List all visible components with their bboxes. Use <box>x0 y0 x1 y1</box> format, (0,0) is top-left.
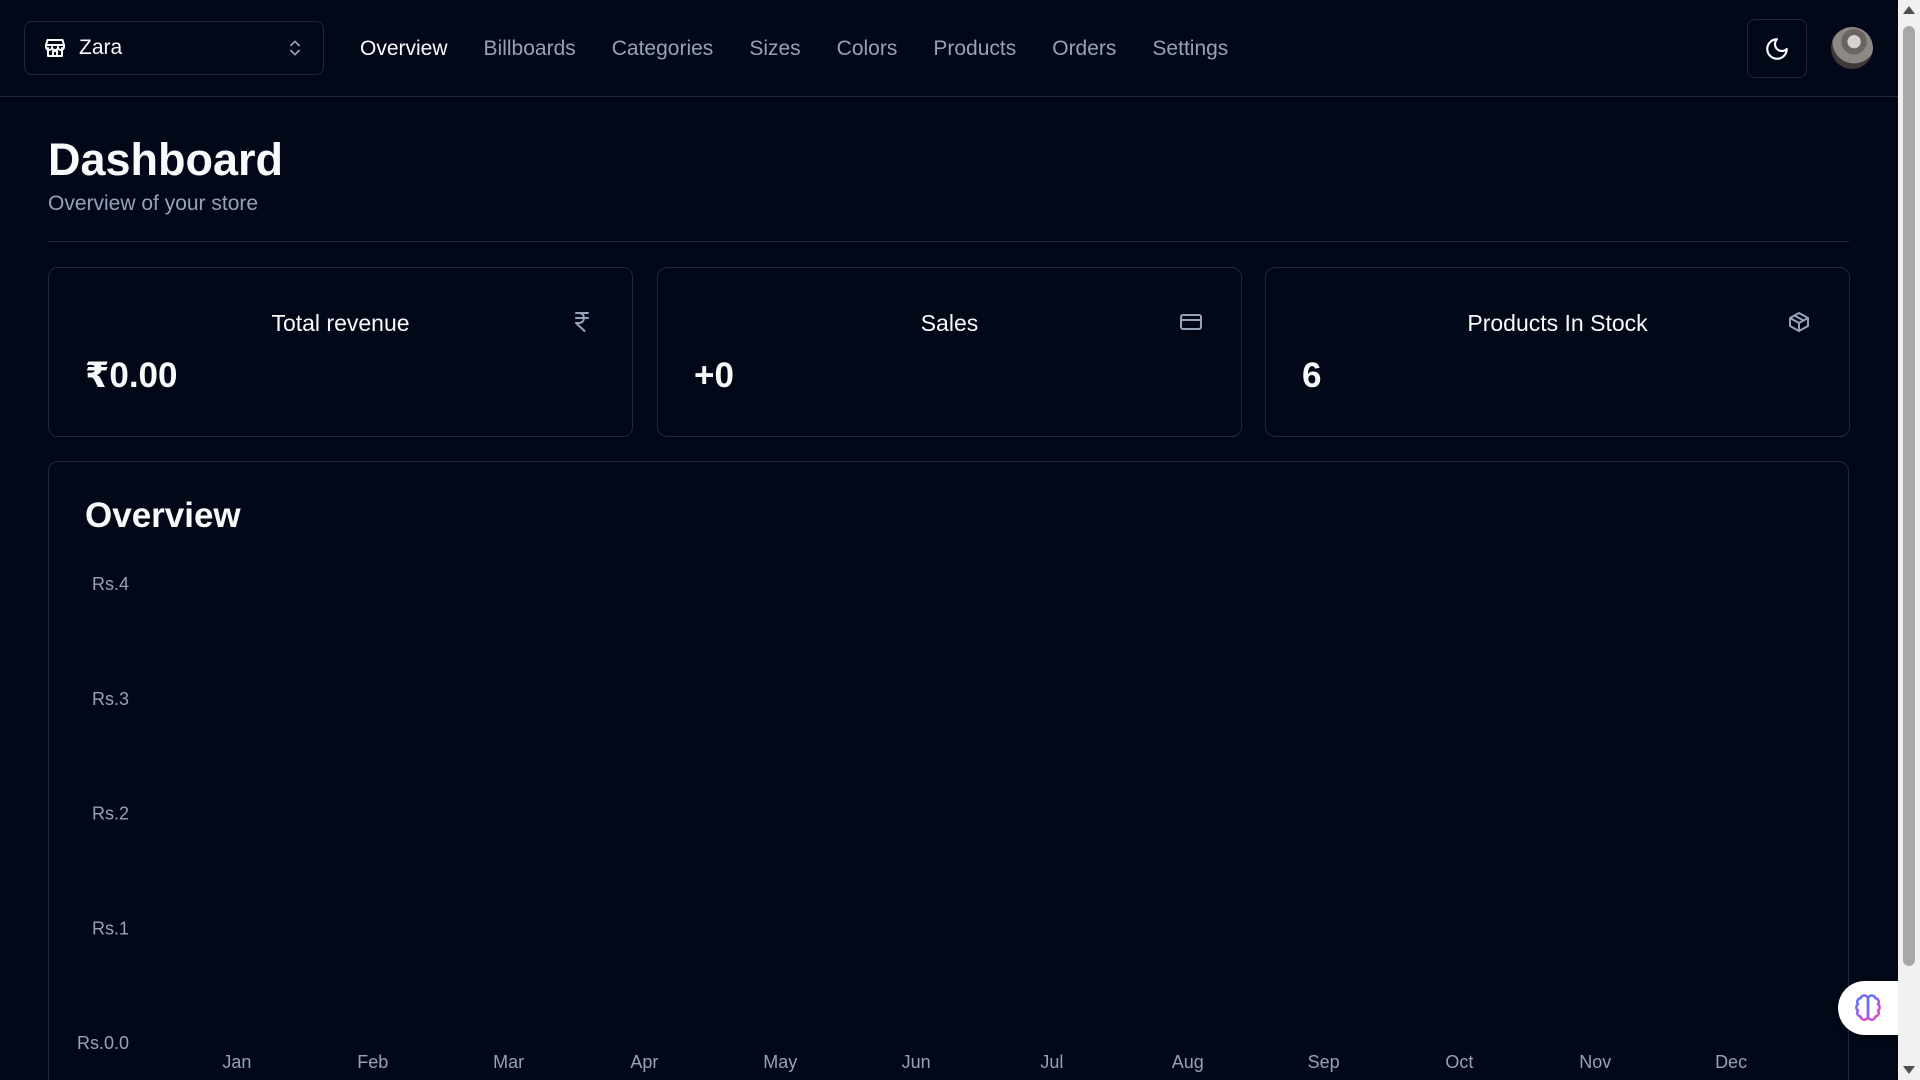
x-tick-label: May <box>763 1052 797 1072</box>
rupee-icon <box>575 312 589 332</box>
x-tick-label: Jan <box>222 1052 251 1072</box>
card-title: Products In Stock <box>1467 310 1648 336</box>
card-title: Sales <box>920 310 979 336</box>
x-tick-label: Nov <box>1579 1052 1611 1072</box>
y-tick-label: Rs.2 <box>92 804 129 824</box>
assistant-widget-button[interactable] <box>1838 981 1898 1035</box>
theme-toggle-button[interactable] <box>1747 19 1807 78</box>
total-revenue-card: Total revenue ₹0.00 <box>48 267 633 437</box>
card-value: ₹0.00 <box>85 356 178 395</box>
x-tick-label: Dec <box>1715 1052 1747 1072</box>
sales-card: Sales +0 <box>657 267 1242 437</box>
credit-card-icon <box>1180 314 1202 330</box>
store-switcher[interactable]: Zara <box>24 21 324 75</box>
divider <box>48 241 1849 242</box>
products-in-stock-card: Products In Stock 6 <box>1265 267 1850 437</box>
x-tick-label: Aug <box>1172 1052 1204 1072</box>
main-nav: Overview Billboards Categories Sizes Col… <box>360 0 1228 97</box>
x-tick-label: Mar <box>493 1052 524 1072</box>
package-icon <box>1789 312 1809 332</box>
chevrons-up-down-icon <box>290 40 300 56</box>
y-tick-label: Rs.3 <box>92 689 129 709</box>
moon-icon <box>1766 37 1788 60</box>
scroll-down-arrow-icon[interactable] <box>1903 1066 1915 1074</box>
page-scrollbar[interactable] <box>1898 0 1920 1080</box>
scrollbar-thumb[interactable] <box>1903 26 1915 966</box>
store-icon <box>45 39 65 57</box>
x-tick-label: Sep <box>1308 1052 1340 1072</box>
card-title: Total revenue <box>271 310 410 336</box>
top-navbar: Zara Overview Billboards Categories Size… <box>0 0 1898 97</box>
scroll-up-arrow-icon[interactable] <box>1903 6 1915 14</box>
nav-item-overview[interactable]: Overview <box>360 37 448 61</box>
card-value: 6 <box>1302 356 1322 395</box>
nav-item-settings[interactable]: Settings <box>1152 37 1228 61</box>
x-tick-label: Jul <box>1040 1052 1063 1072</box>
y-tick-label: Rs.0.0 <box>77 1033 129 1053</box>
page-heading: Dashboard Overview of your store <box>48 134 283 216</box>
overview-card: Overview Rs.0.0 Rs.1 Rs.2 Rs.3 Rs.4 Jan Feb Mar… <box>48 461 1849 1080</box>
brain-icon <box>1855 994 1881 1021</box>
x-tick-label: Jun <box>902 1052 931 1072</box>
nav-item-colors[interactable]: Colors <box>837 37 898 61</box>
store-name: Zara <box>79 36 123 59</box>
nav-item-products[interactable]: Products <box>933 37 1016 61</box>
y-tick-label: Rs.1 <box>92 918 129 938</box>
page-title: Dashboard <box>48 134 284 185</box>
y-tick-label: Rs.4 <box>92 574 129 594</box>
page-subtitle: Overview of your store <box>48 192 259 215</box>
nav-item-billboards[interactable]: Billboards <box>484 37 576 61</box>
user-avatar[interactable] <box>1831 27 1873 69</box>
overview-bar-chart: Rs.0.0 Rs.1 Rs.2 Rs.3 Rs.4 Jan Feb Mar Apr May Jun… <box>77 574 1747 1072</box>
x-tick-label: Apr <box>630 1052 658 1072</box>
x-tick-label: Oct <box>1445 1052 1473 1072</box>
nav-item-sizes[interactable]: Sizes <box>749 37 800 61</box>
x-tick-label: Feb <box>357 1052 388 1072</box>
card-value: +0 <box>694 356 734 395</box>
nav-item-orders[interactable]: Orders <box>1052 37 1116 61</box>
page: Zara Overview Billboards Categories Size… <box>0 0 1920 1080</box>
nav-item-categories[interactable]: Categories <box>612 37 714 61</box>
